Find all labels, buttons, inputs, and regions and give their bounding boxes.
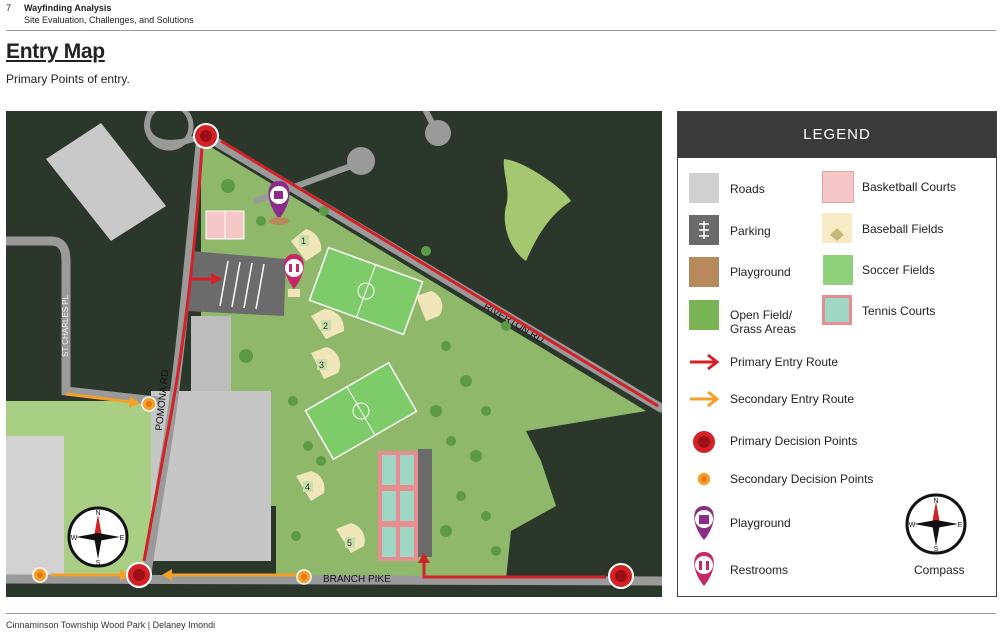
- legend-swatch-playground: [689, 257, 719, 287]
- road-label-st-charles: ST CHARLES PL: [61, 294, 70, 357]
- entry-map: 1 2 3 4 5 POMONA RD RIVERTON RD ST CHARL…: [6, 111, 662, 597]
- legend-playground-marker-icon: [694, 506, 714, 540]
- legend-label-soccer: Soccer Fields: [862, 263, 935, 277]
- road-label-branch: BRANCH PIKE: [323, 574, 391, 585]
- legend-label-open-field: Open Field/ Grass Areas: [730, 308, 796, 336]
- legend-label-compass: Compass: [914, 563, 965, 577]
- legend-label-roads: Roads: [730, 182, 765, 196]
- page-number: 7: [6, 3, 12, 13]
- compass-n: N: [95, 510, 100, 517]
- legend-label-basketball: Basketball Courts: [862, 180, 957, 194]
- compass-e: E: [120, 535, 125, 542]
- legend-label-open-field-line2: Grass Areas: [730, 322, 797, 336]
- page-title: Entry Map: [6, 40, 105, 63]
- legend-swatch-baseball: [822, 213, 852, 243]
- legend-swatch-parking: [689, 215, 719, 245]
- header-subtitle: Site Evaluation, Challenges, and Solutio…: [24, 15, 194, 25]
- map-compass: N S E W: [67, 506, 129, 568]
- field-number: 2: [323, 321, 328, 331]
- field-number: 1: [301, 236, 306, 246]
- legend-swatch-basketball: [822, 171, 854, 203]
- legend-label-playground-marker: Playground: [730, 516, 791, 530]
- page-footer: Cinnaminson Township Wood Park | Delaney…: [6, 620, 216, 630]
- legend-label-restrooms: Restrooms: [730, 563, 789, 577]
- page-subtitle: Primary Points of entry.: [6, 72, 130, 86]
- legend-restrooms-marker-icon: [694, 552, 714, 586]
- legend-swatch-open-field: [689, 300, 719, 330]
- legend-panel: LEGEND Roads Parking Playground Open Fie…: [677, 111, 997, 597]
- legend-label-parking: Parking: [730, 224, 771, 238]
- legend-compass-w: W: [909, 522, 916, 529]
- field-number: 4: [305, 482, 310, 492]
- cul-de-sac-1: [347, 147, 375, 175]
- field-number: 5: [347, 538, 352, 548]
- playground-marker: [268, 181, 290, 225]
- tennis-parking: [418, 449, 432, 557]
- building-annex: [191, 316, 231, 391]
- legend-label-primary-points: Primary Decision Points: [730, 434, 858, 448]
- legend-label-playground: Playground: [730, 265, 791, 279]
- legend-compass-e: E: [958, 522, 963, 529]
- field-number: 3: [319, 360, 324, 370]
- legend-compass-s: S: [934, 546, 939, 553]
- compass-s: S: [96, 560, 101, 567]
- legend-swatch-soccer: [822, 254, 854, 286]
- compass-w: W: [71, 535, 78, 542]
- legend-label-secondary-route: Secondary Entry Route: [730, 392, 855, 406]
- legend-title: LEGEND: [678, 112, 996, 158]
- legend-primary-route-arrow-icon: [690, 353, 720, 371]
- legend-label-secondary-points: Secondary Decision Points: [730, 472, 874, 486]
- legend-label-primary-route: Primary Entry Route: [730, 355, 839, 369]
- legend-secondary-point-icon: [696, 471, 712, 487]
- map-svg: 1 2 3 4 5 POMONA RD RIVERTON RD ST CHARL…: [6, 111, 662, 597]
- legend-compass-icon: N S E W: [905, 493, 967, 555]
- legend-secondary-route-arrow-icon: [690, 390, 720, 408]
- legend-label-baseball: Baseball Fields: [862, 222, 944, 236]
- footer-rule: [6, 613, 996, 614]
- neighbor-building: [6, 436, 64, 579]
- header-rule: [6, 30, 996, 31]
- header-title: Wayfinding Analysis: [24, 3, 112, 13]
- legend-label-open-field-line1: Open Field/: [730, 308, 793, 322]
- cul-de-sac-2: [425, 120, 451, 146]
- legend-label-tennis: Tennis Courts: [862, 304, 936, 318]
- page-header: 7 Wayfinding Analysis Site Evaluation, Ch…: [6, 2, 194, 26]
- legend-compass-n: N: [933, 498, 938, 505]
- legend-swatch-roads: [689, 173, 719, 203]
- legend-swatch-tennis: [822, 295, 852, 325]
- legend-primary-point-icon: [691, 429, 717, 455]
